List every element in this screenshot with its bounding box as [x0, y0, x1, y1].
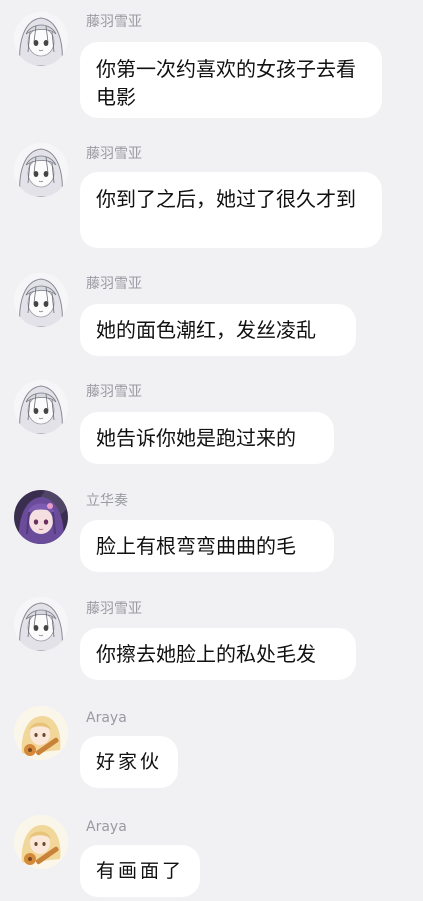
sender-name: Araya	[86, 710, 127, 726]
avatar-white-hair-anime-girl-icon[interactable]	[14, 597, 68, 651]
avatar-white-hair-anime-girl-icon[interactable]	[14, 12, 68, 66]
message-bubble[interactable]: 你第一次约喜欢的女孩子去看电影	[80, 42, 382, 118]
chat-message-list[interactable]: 藤羽雪亚 你第一次约喜欢的女孩子去看电影 藤羽雪亚 你到了之后，她过了很久才到	[0, 0, 423, 901]
message-bubble[interactable]: 她告诉你她是跑过来的	[80, 412, 334, 464]
sender-name: 立华奏	[86, 493, 128, 509]
message-bubble[interactable]: 她的面色潮红，发丝凌乱	[80, 304, 356, 356]
avatar-white-hair-anime-girl-icon[interactable]	[14, 380, 68, 434]
avatar-purple-hair-anime-girl-icon[interactable]	[14, 490, 68, 544]
message-bubble[interactable]: 脸上有根弯弯曲曲的毛	[80, 520, 334, 572]
avatar-white-hair-anime-girl-icon[interactable]	[14, 143, 68, 197]
message-bubble[interactable]: 你擦去她脸上的私处毛发	[80, 628, 356, 680]
message-bubble[interactable]: 你到了之后，她过了很久才到	[80, 172, 382, 248]
sender-name: 藤羽雪亚	[86, 384, 142, 400]
avatar-white-hair-anime-girl-icon[interactable]	[14, 273, 68, 327]
sender-name: 藤羽雪亚	[86, 146, 142, 162]
avatar-blonde-anime-girl-with-guitar-icon[interactable]	[14, 706, 68, 760]
avatar-blonde-anime-girl-with-guitar-icon[interactable]	[14, 815, 68, 869]
sender-name: 藤羽雪亚	[86, 601, 142, 617]
sender-name: Araya	[86, 819, 127, 835]
message-bubble[interactable]: 有画面了	[80, 845, 200, 897]
sender-name: 藤羽雪亚	[86, 14, 142, 30]
message-bubble[interactable]: 好家伙	[80, 736, 178, 788]
sender-name: 藤羽雪亚	[86, 276, 142, 292]
